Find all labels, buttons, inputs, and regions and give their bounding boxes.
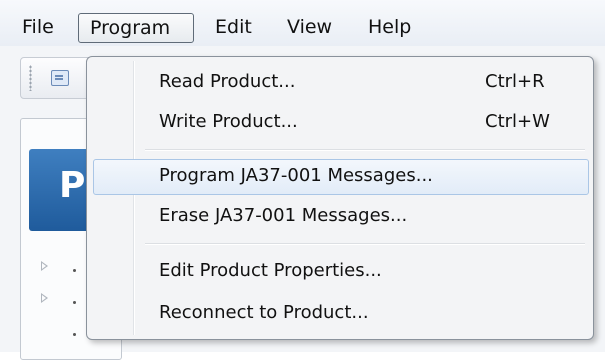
menu-item-label: Reconnect to Product...	[159, 302, 369, 323]
menu-item-label: Write Product...	[159, 111, 298, 132]
menu-file[interactable]: File	[12, 13, 64, 43]
tree-item-dot	[73, 269, 76, 272]
menu-separator	[145, 149, 585, 151]
menu-item-write-product[interactable]: Write Product... Ctrl+W	[93, 105, 589, 141]
menu-item-erase-messages[interactable]: Erase JA37-001 Messages...	[93, 199, 589, 235]
menu-program[interactable]: Program	[78, 13, 194, 43]
menu-item-edit-properties[interactable]: Edit Product Properties...	[93, 254, 589, 290]
tree-item-dot	[73, 301, 76, 304]
menu-item-read-product[interactable]: Read Product... Ctrl+R	[93, 65, 589, 101]
toolbar-grip[interactable]	[29, 65, 32, 91]
panel-header-letter: P	[59, 165, 86, 206]
menu-edit[interactable]: Edit	[205, 13, 262, 43]
program-menu-dropdown: Read Product... Ctrl+R Write Product... …	[86, 56, 594, 340]
menu-item-shortcut: Ctrl+R	[485, 71, 545, 92]
menu-item-label: Read Product...	[159, 71, 296, 92]
menu-separator	[145, 243, 585, 245]
document-icon[interactable]	[51, 70, 69, 86]
expand-arrow-icon[interactable]	[41, 293, 48, 303]
menu-item-reconnect[interactable]: Reconnect to Product...	[93, 296, 589, 332]
menu-item-label: Erase JA37-001 Messages...	[159, 205, 408, 226]
menu-item-label: Edit Product Properties...	[159, 260, 382, 281]
menu-help[interactable]: Help	[358, 13, 421, 43]
expand-arrow-icon[interactable]	[41, 261, 48, 271]
menu-view[interactable]: View	[277, 13, 342, 43]
menu-icon-gutter	[133, 61, 135, 335]
menu-item-label: Program JA37-001 Messages...	[159, 165, 433, 186]
menu-bar: File Program Edit View Help	[0, 0, 605, 47]
tree-item-dot	[73, 333, 76, 336]
menu-item-program-messages[interactable]: Program JA37-001 Messages...	[93, 159, 589, 195]
menu-item-shortcut: Ctrl+W	[485, 111, 550, 132]
